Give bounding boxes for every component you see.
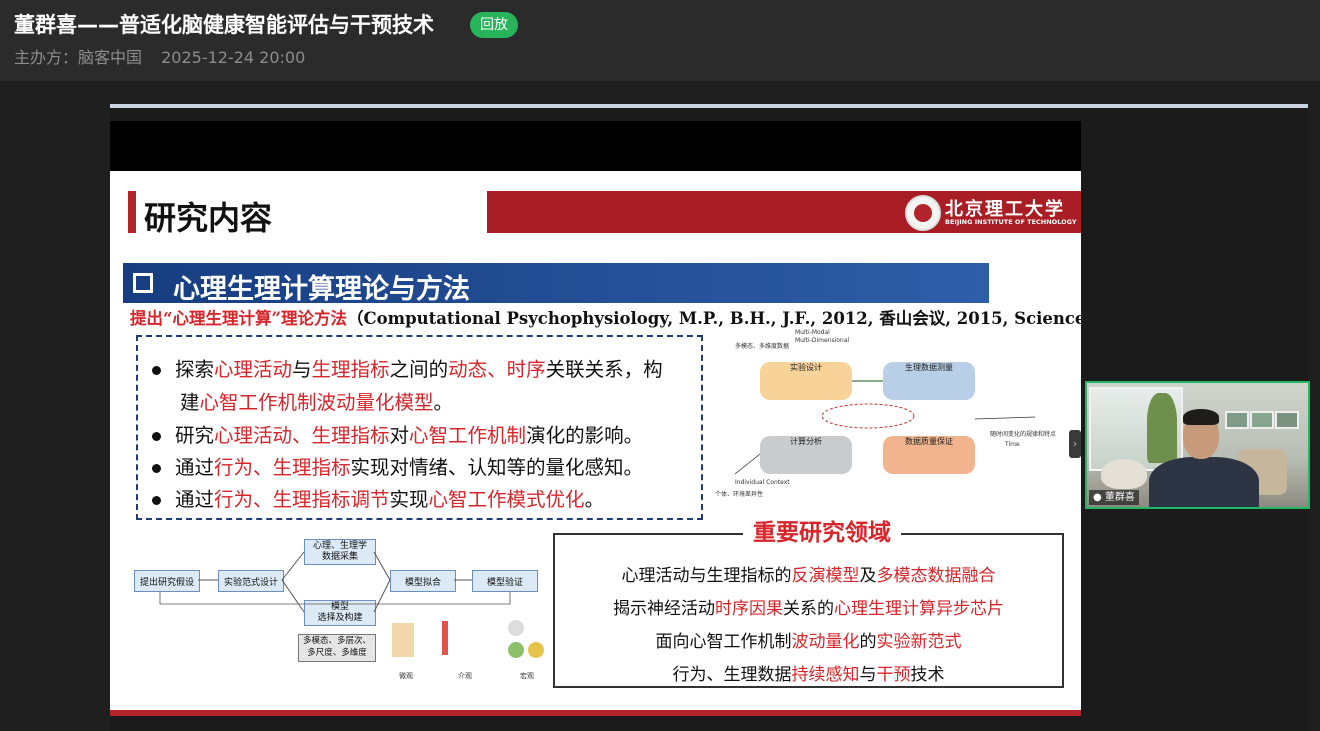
- methodology-diagram: Multi-Modal Multi-Dimensional 多模态、多维度数据 …: [715, 329, 1057, 498]
- caption-macro: 宏观: [520, 672, 534, 680]
- video-meta: 主办方：脑客中国 2025-12-24 20:00: [14, 44, 319, 68]
- flow-arrows: [159, 551, 544, 658]
- collapse-camera-button[interactable]: ›: [1069, 430, 1081, 458]
- wall-picture: [1250, 411, 1274, 429]
- stone-decoration: [1101, 459, 1147, 489]
- university-logo: 北京理工大学 BEIJING INSTITUTE OF TECHNOLOGY: [905, 195, 1077, 231]
- slide-top-black: [110, 121, 1081, 171]
- video-header: 董群喜——普适化脑健康智能评估与干预技术 回放 主办方：脑客中国 2025-12…: [0, 0, 1320, 81]
- bullet-3: 通过行为、生理指标实现对情绪、认知等的量化感知。: [152, 451, 643, 480]
- bullet-1: 探索心理活动与生理指标之间的动态、时序关联关系，构: [152, 353, 663, 382]
- key-areas-box: 心理活动与生理指标的反演模型及多模态数据融合 揭示神经活动时序因果关系的心理生理…: [553, 533, 1064, 688]
- bullet-4: 通过行为、生理指标调节实现心智工作模式优化。: [152, 483, 604, 512]
- bullet-box: 探索心理活动与生理指标之间的动态、时序关联关系，构 建心智工作机制波动量化模型。…: [136, 335, 703, 520]
- wall-picture: [1275, 411, 1299, 429]
- speaker-name-label: ● 董群喜: [1089, 490, 1139, 505]
- datetime-label: 2025-12-24 20:00: [161, 48, 306, 67]
- key-areas-title: 重要研究领域: [743, 513, 901, 547]
- key-line-4: 行为、生理数据持续感知与干预技术: [672, 665, 945, 685]
- organizer-label: 主办方：脑客中国: [14, 48, 143, 67]
- slide-bottom-strip: [110, 710, 1081, 716]
- wall-picture: [1225, 411, 1249, 429]
- checkbox-square-icon: [133, 273, 153, 293]
- bullet-1-cont: 建心智工作机制波动量化模型。: [180, 391, 454, 414]
- caption-meso: 介观: [458, 672, 472, 680]
- presentation-slide: 研究内容 北京理工大学 BEIJING INSTITUTE OF TECHNOL…: [110, 171, 1081, 716]
- player-top-line: [110, 104, 1308, 108]
- replay-badge[interactable]: 回放: [470, 12, 518, 38]
- speaker-hair: [1183, 409, 1219, 425]
- section-title: 心理生理计算理论与方法: [173, 274, 470, 305]
- video-title: 董群喜——普适化脑健康智能评估与干预技术: [14, 13, 434, 37]
- university-seal-icon: [905, 195, 941, 231]
- slide-subtitle: 提出“心理生理计算”理论方法（Computational Psychophysi…: [130, 309, 1081, 328]
- key-line-1: 心理活动与生理指标的反演模型及多模态数据融合: [621, 566, 996, 586]
- title-mark: [128, 191, 136, 233]
- slide-title: 研究内容: [144, 199, 273, 237]
- speaker-camera[interactable]: ● 董群喜: [1085, 381, 1310, 509]
- key-line-3: 面向心智工作机制波动量化的实验新范式: [655, 632, 962, 652]
- speaker-body: [1149, 457, 1259, 507]
- logo-en: BEIJING INSTITUTE OF TECHNOLOGY: [945, 218, 1077, 226]
- key-line-2: 揭示神经活动时序因果关系的心理生理计算异步芯片: [613, 599, 1004, 619]
- caption-micro: 微观: [399, 672, 413, 680]
- plant-background: [1147, 393, 1177, 463]
- bullet-2: 研究心理活动、生理指标对心智工作机制演化的影响。: [152, 419, 643, 448]
- section-header: 心理生理计算理论与方法: [123, 263, 989, 305]
